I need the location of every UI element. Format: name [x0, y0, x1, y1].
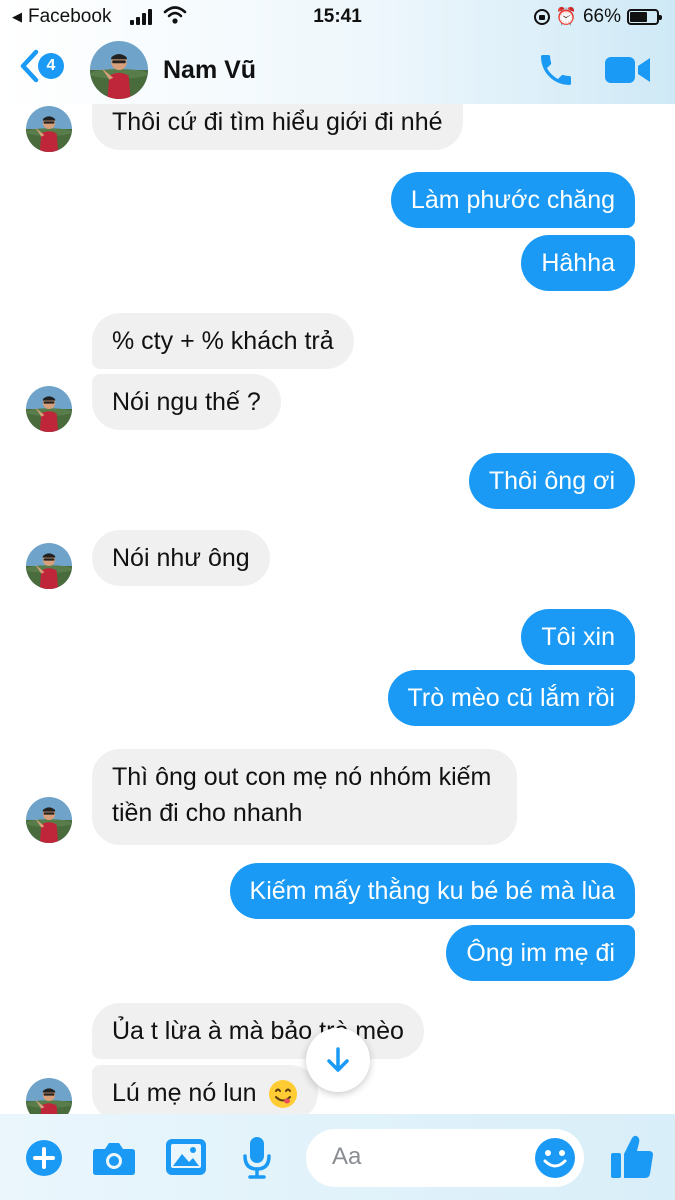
message-bubble-outgoing[interactable]: Thôi ông ơi: [468, 453, 635, 509]
back-button[interactable]: 4: [18, 49, 64, 83]
message-bubble-outgoing[interactable]: Tôi xin: [521, 609, 635, 665]
yum-face-emoji: [268, 1080, 297, 1109]
message-bubble-incoming[interactable]: Thôi cứ đi tìm hiểu giới đi nhé: [92, 96, 463, 150]
message-bubble-incoming[interactable]: Thì ông out con mẹ nó nhóm kiếm tiền đi …: [92, 749, 518, 845]
battery-icon: [627, 9, 662, 25]
sender-avatar[interactable]: [26, 797, 72, 843]
emoji-icon[interactable]: [534, 1137, 576, 1179]
message-input[interactable]: Aa: [306, 1129, 584, 1187]
message-line: Thì ông out con mẹ nó nhóm kiếm: [112, 763, 492, 791]
plus-icon[interactable]: [24, 1138, 64, 1178]
contact-avatar[interactable]: [90, 41, 148, 99]
sender-avatar[interactable]: [26, 106, 72, 152]
message-text: Lú mẹ nó lun: [112, 1079, 257, 1107]
arrow-down-icon: [327, 1047, 349, 1072]
message-bubble-outgoing[interactable]: Ông im mẹ đi: [446, 925, 635, 981]
alarm-icon: ⏰: [555, 7, 577, 26]
scroll-to-bottom-button[interactable]: [306, 1028, 370, 1092]
composer-bar: Aa: [0, 1114, 675, 1200]
message-input-placeholder: Aa: [332, 1143, 362, 1170]
status-bar: ◀ Facebook 15:41 ⏰ 66%: [0, 0, 675, 36]
contact-name[interactable]: Nam Vũ: [163, 56, 256, 85]
image-icon[interactable]: [165, 1138, 207, 1176]
message-bubble-incoming[interactable]: Nói ngu thế ?: [92, 374, 281, 430]
thumbs-up-icon[interactable]: [610, 1134, 654, 1180]
back-chevron-icon: [20, 49, 39, 83]
message-bubble-outgoing[interactable]: Kiếm mấy thằng ku bé bé mà lùa: [229, 863, 635, 919]
message-bubble-outgoing[interactable]: Hâhha: [521, 235, 635, 291]
message-line: tiền đi cho nhanh: [112, 799, 303, 827]
message-bubble-outgoing[interactable]: Trò mèo cũ lắm rồi: [387, 670, 635, 726]
conversation-header: 4 Nam Vũ: [0, 36, 675, 104]
camera-icon[interactable]: [92, 1140, 136, 1176]
video-camera-icon[interactable]: [604, 54, 652, 86]
message-bubble-incoming[interactable]: Nói như ông: [92, 530, 270, 586]
phone-icon[interactable]: [536, 50, 576, 90]
battery-percent: 66%: [582, 6, 621, 27]
unread-count-badge: 4: [38, 53, 64, 79]
rotation-lock-icon: [533, 9, 550, 25]
sender-avatar[interactable]: [26, 386, 72, 432]
message-bubble-incoming[interactable]: % cty + % khách trả: [92, 313, 354, 369]
top-bar: ◀ Facebook 15:41 ⏰ 66% 4 Nam Vũ: [0, 0, 675, 104]
sender-avatar[interactable]: [26, 543, 72, 589]
message-bubble-incoming[interactable]: Lú mẹ nó lun: [92, 1065, 318, 1121]
message-bubble-outgoing[interactable]: Làm phước chăng: [390, 172, 635, 228]
message-bubble-incoming[interactable]: Ủa t lừa à mà bảo trò mèo: [92, 1003, 424, 1059]
microphone-icon[interactable]: [242, 1136, 272, 1180]
